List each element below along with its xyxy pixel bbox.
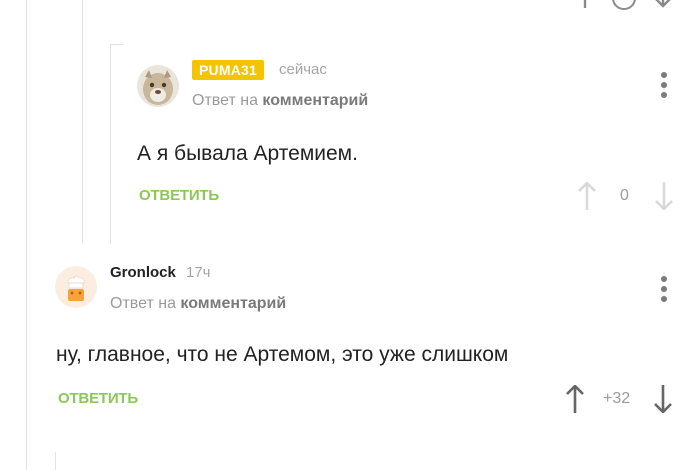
- more-options-icon[interactable]: [661, 72, 667, 102]
- reply-target-link[interactable]: комментарий: [262, 92, 368, 109]
- comment-text: ну, главное, что не Артемом, это уже сли…: [56, 343, 509, 366]
- reply-to-label: Ответ на комментарий: [110, 295, 286, 313]
- prev-circle-icon[interactable]: [612, 0, 636, 10]
- reply-button[interactable]: ОТВЕТИТЬ: [139, 187, 219, 204]
- reply-button[interactable]: ОТВЕТИТЬ: [58, 390, 138, 407]
- reply-prefix: Ответ на: [192, 92, 258, 109]
- downvote-icon[interactable]: [655, 182, 673, 215]
- username-link[interactable]: Gronlock: [110, 264, 176, 281]
- upvote-icon[interactable]: [578, 181, 596, 215]
- prev-downvote-icon[interactable]: [655, 0, 671, 13]
- reply-to-label: Ответ на комментарий: [192, 92, 368, 110]
- upvote-icon[interactable]: [566, 384, 584, 418]
- username-badge[interactable]: PUMA31: [192, 60, 264, 80]
- thread-line-nested: [110, 44, 111, 244]
- comment-time: 17ч: [186, 264, 211, 281]
- avatar-puma[interactable]: [137, 65, 179, 107]
- avatar-chef[interactable]: [55, 266, 97, 308]
- thread-line-inner: [82, 0, 83, 243]
- thread-connector: [110, 44, 124, 45]
- rating-value: +32: [603, 390, 631, 407]
- more-options-icon[interactable]: [661, 276, 667, 306]
- downvote-icon[interactable]: [654, 385, 672, 418]
- thread-line-outer: [26, 0, 27, 470]
- reply-target-link[interactable]: комментарий: [180, 295, 286, 312]
- reply-prefix: Ответ на: [110, 295, 176, 312]
- rating-value: 0: [620, 187, 629, 204]
- comment-time: сейчас: [279, 61, 327, 78]
- comment-text: А я бывала Артемием.: [137, 142, 358, 165]
- prev-upvote-icon[interactable]: [577, 0, 593, 13]
- thread-line-bottom: [55, 452, 56, 470]
